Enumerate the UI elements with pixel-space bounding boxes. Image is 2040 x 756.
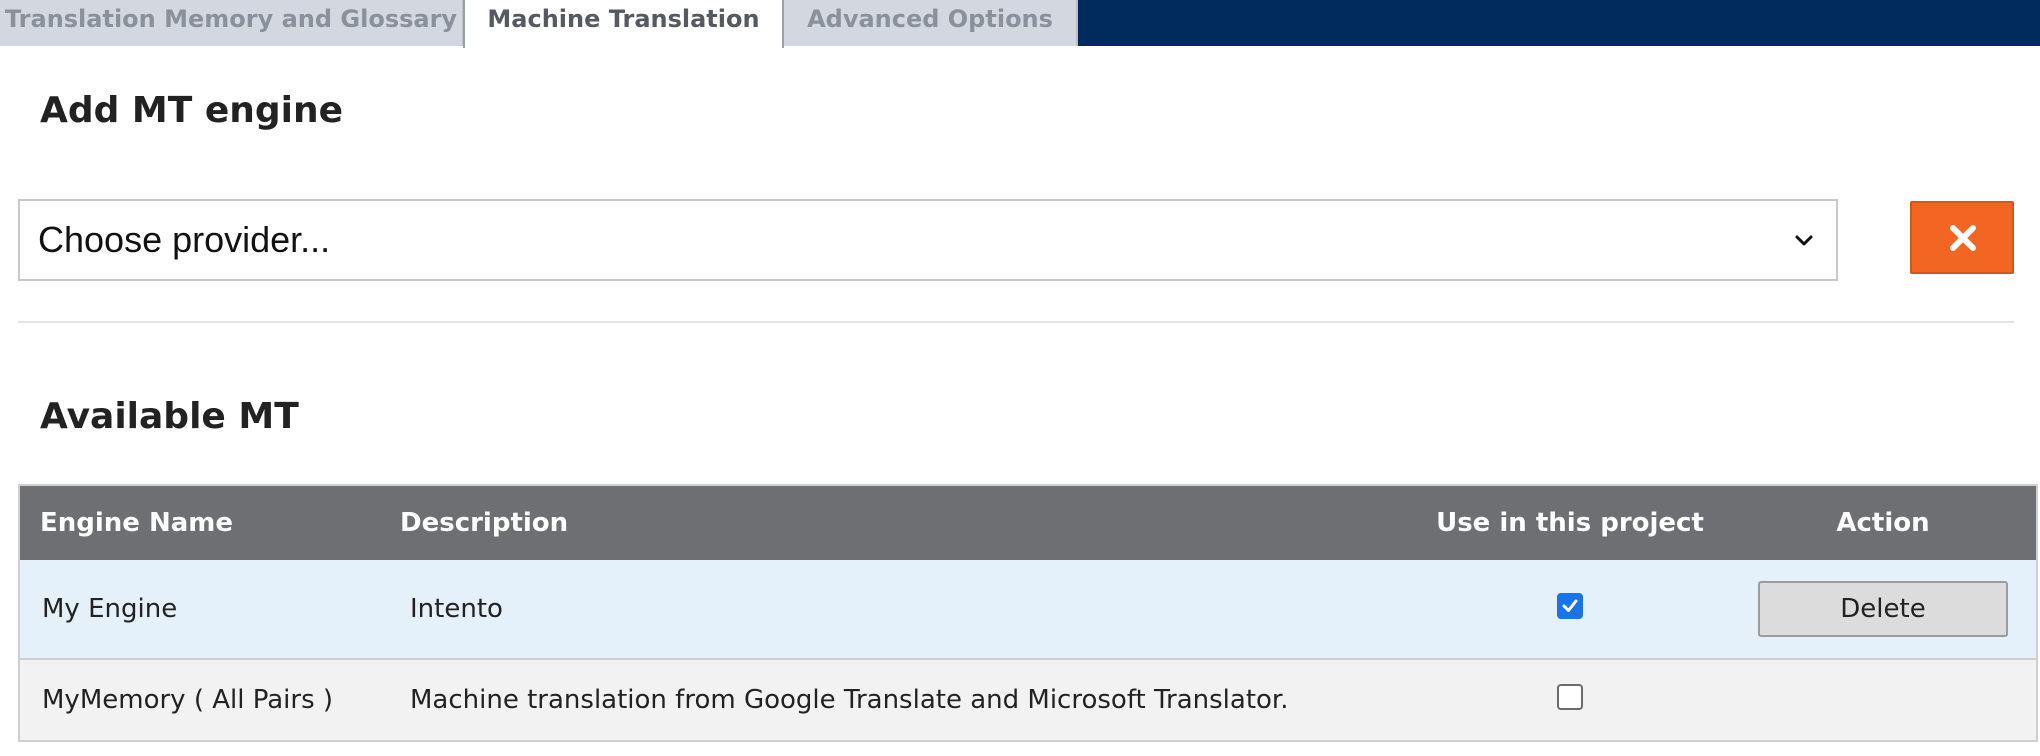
close-icon [1950,225,1976,251]
action-cell [1730,659,2037,741]
column-header-engine-name: Engine Name [19,485,400,560]
table-row: My Engine Intento Delete [19,560,2037,660]
close-button[interactable] [1910,201,2014,274]
use-in-project-cell [1410,560,1730,660]
available-mt-title: Available MT [40,396,299,437]
column-header-use-in-project: Use in this project [1410,485,1730,560]
engine-description-cell: Intento [400,560,1410,660]
tab-bar: Translation Memory and Glossary Machine … [0,0,2040,48]
chevron-down-icon [1795,235,1813,246]
column-header-action: Action [1730,485,2037,560]
use-in-project-checkbox[interactable] [1557,592,1583,619]
table-row: MyMemory ( All Pairs ) Machine translati… [19,659,2037,741]
tab-advanced-options[interactable]: Advanced Options [784,0,1078,46]
add-mt-engine-title: Add MT engine [40,90,344,131]
provider-select[interactable]: Choose provider... [18,199,1838,281]
engine-description-cell: Machine translation from Google Translat… [400,659,1410,741]
use-in-project-cell [1410,659,1730,741]
tab-machine-translation[interactable]: Machine Translation [463,0,784,48]
use-in-project-checkbox[interactable] [1557,683,1583,710]
delete-button[interactable]: Delete [1758,581,2008,637]
provider-select-value: Choose provider... [38,219,331,260]
table-header-row: Engine Name Description Use in this proj… [19,485,2037,560]
column-header-description: Description [400,485,1410,560]
action-cell: Delete [1730,560,2037,660]
engine-name-cell: My Engine [19,560,400,660]
available-mt-table: Engine Name Description Use in this proj… [18,484,2038,742]
checkmark-icon [1562,599,1578,612]
divider [18,321,2014,323]
tab-translation-memory-and-glossary[interactable]: Translation Memory and Glossary [0,0,464,46]
engine-name-cell: MyMemory ( All Pairs ) [19,659,400,741]
